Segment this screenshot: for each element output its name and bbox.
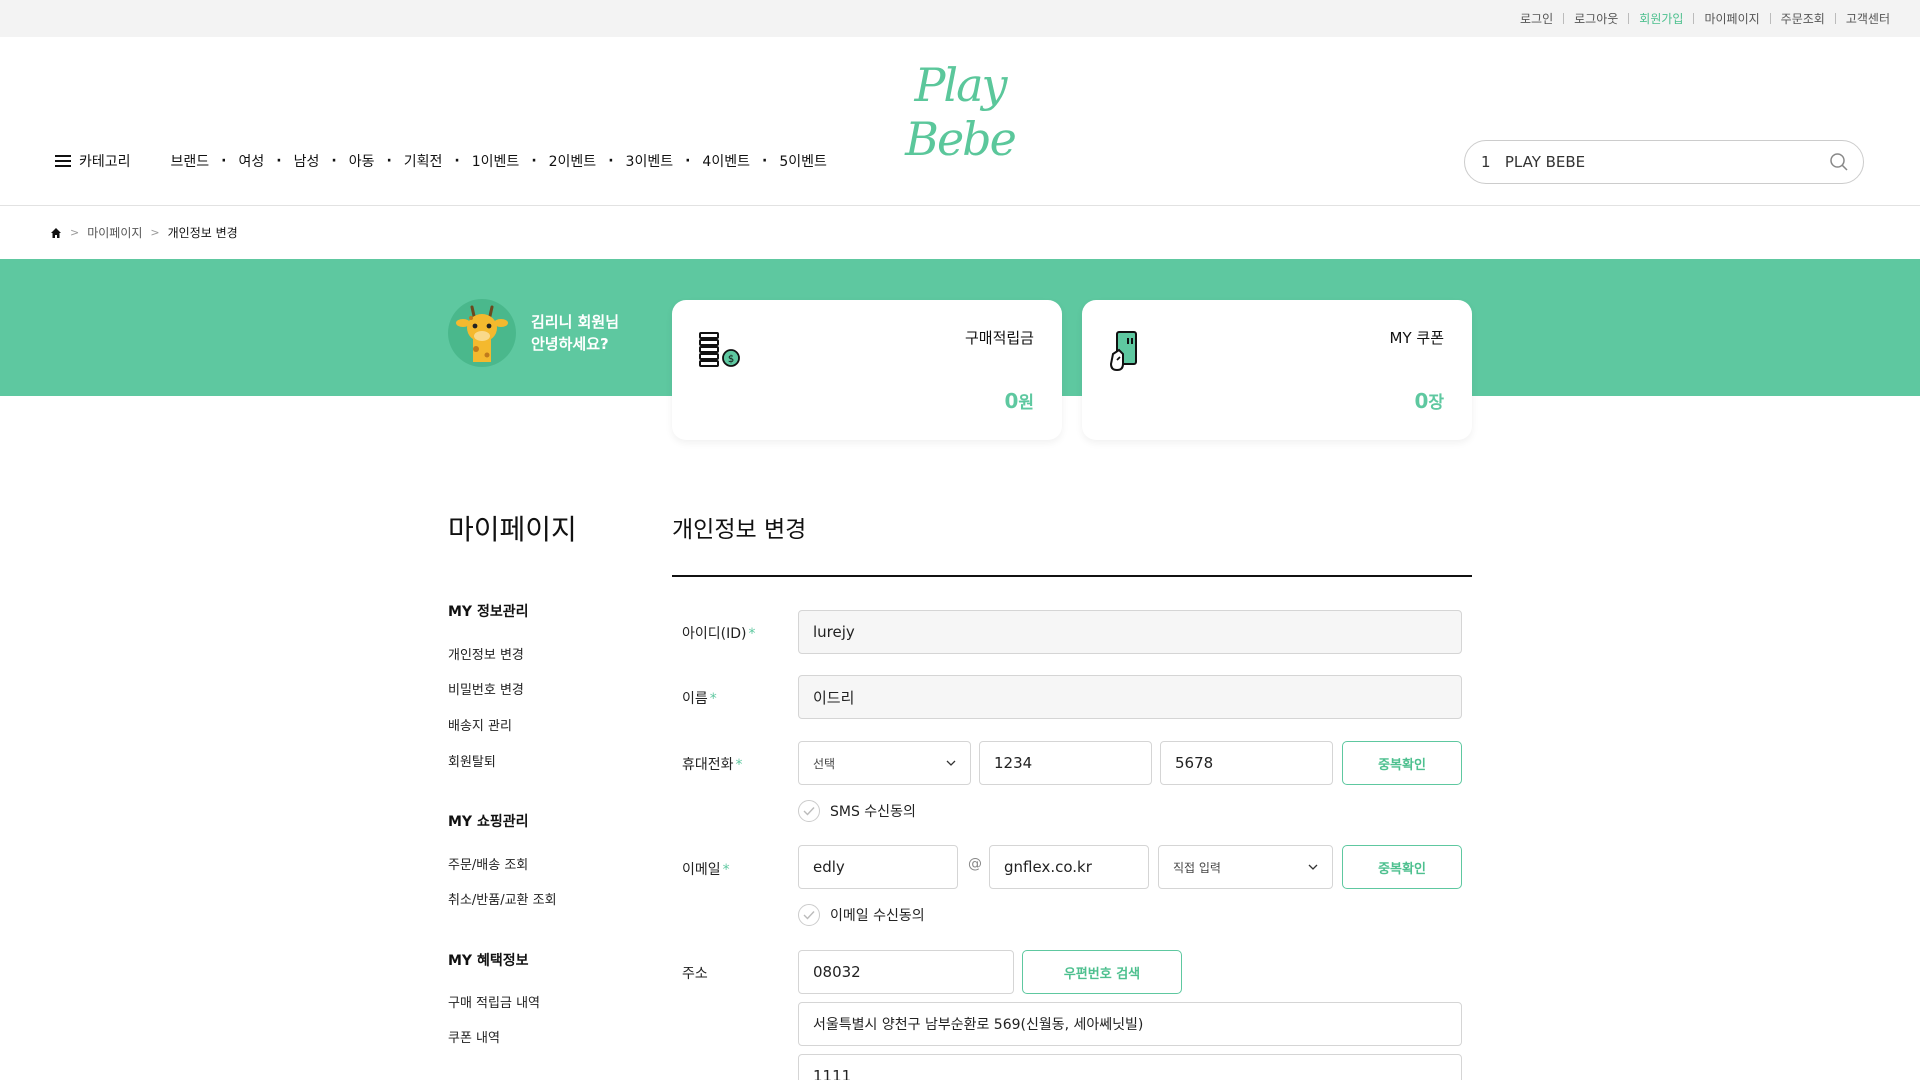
email-dup-check-button[interactable]: 중복확인 <box>1342 845 1462 889</box>
name-field: 이드리 <box>798 675 1462 719</box>
email-agree-checkbox[interactable]: 이메일 수신동의 <box>798 904 925 926</box>
top-utility-bar: 로그인 로그아웃 회원가입 마이페이지 주문조회 고객센터 <box>0 0 1920 37</box>
id-field: lurejy <box>798 610 1462 654</box>
sms-agree-checkbox[interactable]: SMS 수신동의 <box>798 800 916 822</box>
category-label: 카테고리 <box>79 154 131 170</box>
breadcrumb-separator: > <box>150 226 160 239</box>
title-divider <box>672 575 1472 577</box>
nav-item-event-1[interactable]: 1이벤트 <box>442 151 520 171</box>
email-at-sign: @ <box>968 856 982 872</box>
nav-items: 브랜드 여성 남성 아동 기획전 1이벤트 2이벤트 3이벤트 4이벤트 5이벤… <box>171 151 827 171</box>
greeting-name: 김리니 회원님 <box>531 313 620 331</box>
nav-item-exhibition[interactable]: 기획전 <box>374 151 443 171</box>
points-value: 0원 <box>1004 389 1034 413</box>
id-label: 아이디(ID) * <box>682 626 756 642</box>
nav-item-kids[interactable]: 아동 <box>319 151 375 171</box>
giraffe-icon <box>456 305 508 362</box>
greeting-text: 김리니 회원님 안녕하세요? <box>531 311 619 355</box>
nav-item-men[interactable]: 남성 <box>264 151 320 171</box>
home-icon[interactable] <box>50 227 62 239</box>
email-label: 이메일 * <box>682 862 730 878</box>
page-title: 개인정보 변경 <box>672 517 807 543</box>
address-label: 주소 <box>682 966 708 982</box>
required-mark: * <box>735 757 743 773</box>
top-link-mypage[interactable]: 마이페이지 <box>1683 10 1759 27</box>
header-divider <box>0 205 1920 206</box>
breadcrumb-separator: > <box>70 226 80 239</box>
zipcode-search-button[interactable]: 우편번호 검색 <box>1022 950 1182 994</box>
sidebar-item-edit-profile[interactable]: 개인정보 변경 <box>448 644 524 663</box>
phone-last-input[interactable] <box>1160 741 1333 785</box>
breadcrumb-current: 개인정보 변경 <box>167 226 238 240</box>
coupon-title: MY 쿠폰 <box>1389 329 1444 347</box>
check-icon <box>798 800 820 822</box>
email-domain-select[interactable]: 직접 입력 <box>1158 845 1333 889</box>
coins-icon: $ <box>699 332 740 367</box>
coupon-icon <box>1109 331 1137 372</box>
member-greeting: 김리니 회원님 안녕하세요? <box>448 299 619 367</box>
top-links: 로그인 로그아웃 회원가입 마이페이지 주문조회 고객센터 <box>1520 0 1890 37</box>
breadcrumb-mypage[interactable]: 마이페이지 <box>87 224 142 241</box>
svg-text:$: $ <box>728 354 734 365</box>
phone-prefix-select[interactable]: 선택 <box>798 741 971 785</box>
sidebar-item-withdraw[interactable]: 회원탈퇴 <box>448 751 496 770</box>
nav-item-women[interactable]: 여성 <box>209 151 265 171</box>
required-mark: * <box>722 862 730 878</box>
email-agree-label: 이메일 수신동의 <box>830 908 925 924</box>
category-menu-button[interactable]: 카테고리 <box>55 151 131 171</box>
phone-dup-check-button[interactable]: 중복확인 <box>1342 741 1462 785</box>
phone-label: 휴대전화 * <box>682 757 743 773</box>
address2-input[interactable] <box>798 1054 1462 1080</box>
search-icon[interactable] <box>1829 152 1849 172</box>
sidebar-item-returns[interactable]: 취소/반품/교환 조회 <box>448 889 557 908</box>
name-label: 이름 * <box>682 691 717 707</box>
sidebar-group-shopping: MY 쇼핑관리 <box>448 814 529 830</box>
site-logo[interactable]: Play Bebe <box>860 58 1060 166</box>
nav-item-brand[interactable]: 브랜드 <box>171 151 210 171</box>
nav-item-event-2[interactable]: 2이벤트 <box>519 151 597 171</box>
sidebar-item-change-password[interactable]: 비밀번호 변경 <box>448 679 524 698</box>
top-link-logout[interactable]: 로그아웃 <box>1553 10 1618 27</box>
sidebar-group-benefits: MY 혜택정보 <box>448 953 529 969</box>
nav-item-event-4[interactable]: 4이벤트 <box>673 151 750 171</box>
points-title: 구매적립금 <box>964 329 1034 347</box>
required-mark: * <box>709 691 717 707</box>
zipcode-input[interactable] <box>798 950 1014 994</box>
nav-item-event-5[interactable]: 5이벤트 <box>750 151 827 171</box>
chevron-down-icon <box>1308 864 1318 870</box>
top-link-login[interactable]: 로그인 <box>1520 10 1553 27</box>
avatar <box>448 299 516 367</box>
search-input[interactable] <box>1481 153 1829 171</box>
nav-item-event-3[interactable]: 3이벤트 <box>596 151 674 171</box>
email-domain-input[interactable] <box>989 845 1149 889</box>
email-local-input[interactable] <box>798 845 958 889</box>
points-card[interactable]: $ 구매적립금 0원 <box>672 300 1062 440</box>
breadcrumb: > 마이페이지 > 개인정보 변경 <box>50 224 238 241</box>
coupon-value: 0장 <box>1414 389 1444 413</box>
required-mark: * <box>748 626 756 642</box>
address1-input[interactable] <box>798 1002 1462 1046</box>
phone-middle-input[interactable] <box>979 741 1152 785</box>
sidebar-group-info: MY 정보관리 <box>448 604 529 620</box>
chevron-down-icon <box>946 760 956 766</box>
top-link-customer-center[interactable]: 고객센터 <box>1825 10 1890 27</box>
sidebar-item-address-book[interactable]: 배송지 관리 <box>448 715 512 734</box>
sidebar-item-points-history[interactable]: 구매 적립금 내역 <box>448 992 540 1011</box>
sidebar-item-order-tracking[interactable]: 주문/배송 조회 <box>448 854 528 873</box>
main-nav: 카테고리 브랜드 여성 남성 아동 기획전 1이벤트 2이벤트 3이벤트 4이벤… <box>55 150 827 172</box>
greeting-hello: 안녕하세요? <box>531 335 609 353</box>
top-link-order-lookup[interactable]: 주문조회 <box>1760 10 1825 27</box>
coupon-card[interactable]: MY 쿠폰 0장 <box>1082 300 1472 440</box>
search-box <box>1464 140 1864 184</box>
top-link-join[interactable]: 회원가입 <box>1618 10 1683 27</box>
sidebar-item-coupon-history[interactable]: 쿠폰 내역 <box>448 1027 500 1046</box>
check-icon <box>798 904 820 926</box>
hamburger-icon <box>55 155 71 167</box>
sidebar-title: 마이페이지 <box>448 513 577 546</box>
sms-agree-label: SMS 수신동의 <box>830 804 916 820</box>
